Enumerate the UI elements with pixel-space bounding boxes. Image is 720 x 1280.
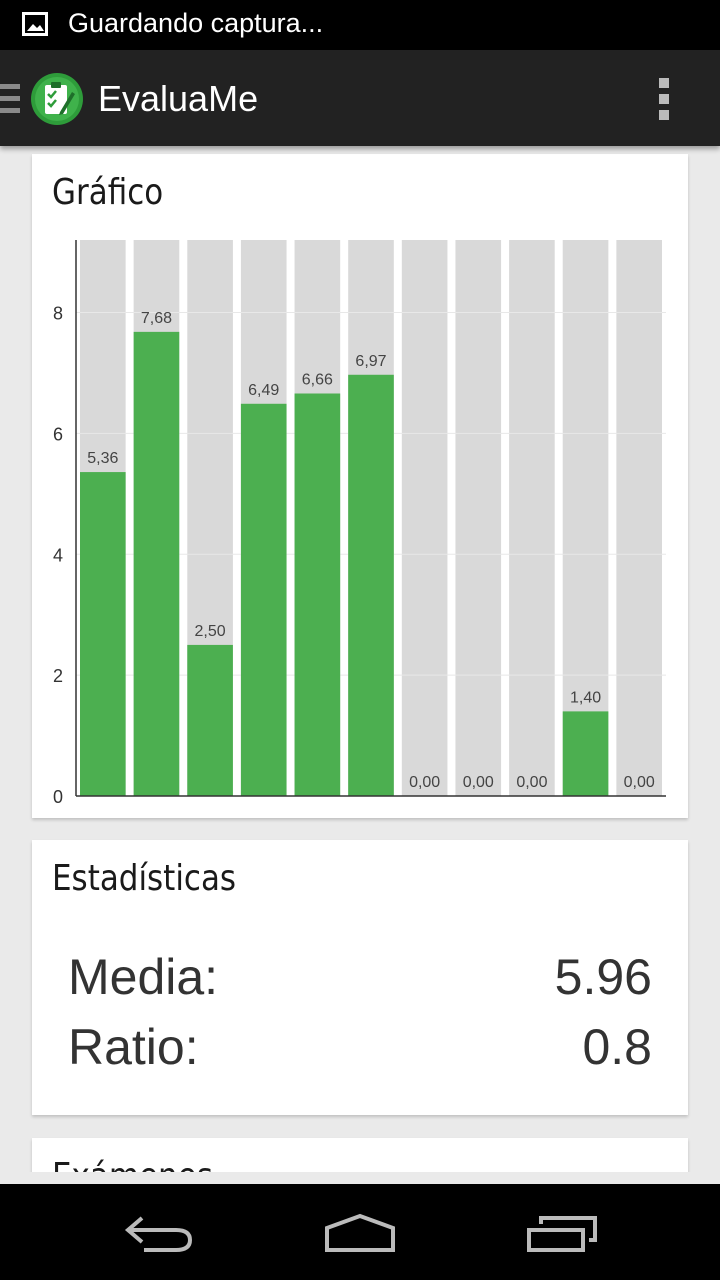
bar-background	[616, 240, 662, 796]
bar	[240, 403, 287, 796]
back-icon[interactable]	[114, 1204, 204, 1260]
bar	[133, 331, 180, 796]
status-notification-text: Guardando captura...	[68, 8, 324, 38]
bar	[187, 644, 233, 796]
bar	[348, 374, 394, 796]
y-tick-label: 4	[53, 545, 63, 565]
bar	[562, 711, 609, 796]
y-tick-label: 2	[53, 666, 63, 686]
navigation-bar	[0, 1184, 720, 1280]
bar-value-label: 5,36	[87, 450, 118, 467]
bar	[294, 393, 341, 796]
status-bar: Guardando captura...	[0, 0, 720, 50]
bar-background	[401, 240, 448, 796]
exams-card[interactable]: Exámenes	[32, 1138, 688, 1172]
stat-label-media: Media:	[68, 949, 219, 1005]
hamburger-icon[interactable]	[0, 84, 20, 114]
bar-value-label: 6,49	[248, 382, 279, 399]
main-content[interactable]: Gráfico 0 2 4 6 8 5,36 7,68 2,50 6,49 6,66 6,97 0,0…	[0, 146, 720, 1172]
exams-card-title: Exámenes	[52, 1156, 213, 1172]
bar-value-label: 0,00	[516, 774, 547, 791]
bar-chart: 0 2 4 6 8 5,36 7,68 2,50 6,49 6,66 6,97 0,00 0,00 0,0…	[53, 240, 666, 807]
image-icon	[22, 12, 48, 36]
bar-value-label: 6,66	[302, 372, 333, 389]
recent-apps-icon[interactable]	[517, 1204, 607, 1260]
overflow-menu-icon[interactable]	[650, 72, 678, 124]
stat-value-ratio: 0.8	[582, 1019, 652, 1075]
bar-value-label: 7,68	[141, 310, 172, 327]
stat-label-ratio: Ratio:	[68, 1019, 199, 1075]
clipboard-check-icon[interactable]	[30, 72, 84, 126]
action-bar: EvaluaMe	[0, 50, 720, 146]
bar-value-label: 6,97	[355, 353, 386, 370]
statistics-card: Estadísticas Media: 5.96 Ratio: 0.8	[32, 840, 688, 1115]
bar-value-label: 1,40	[570, 689, 601, 706]
y-tick-label: 8	[53, 304, 63, 324]
app-title: EvaluaMe	[98, 78, 259, 119]
chart-card: Gráfico 0 2 4 6 8 5,36 7,68 2,50 6,49 6,66 6,97 0,0…	[32, 154, 688, 818]
stat-value-media: 5.96	[554, 949, 652, 1005]
bar-value-label: 0,00	[624, 774, 655, 791]
y-tick-label: 0	[53, 787, 63, 807]
home-icon[interactable]	[315, 1204, 405, 1260]
statistics-card-title: Estadísticas	[52, 858, 237, 899]
bar	[80, 472, 126, 796]
bar-background	[455, 240, 502, 796]
bar-value-label: 0,00	[463, 774, 494, 791]
y-tick-label: 6	[53, 424, 63, 444]
bar-value-label: 0,00	[409, 774, 440, 791]
bar-value-label: 2,50	[195, 623, 226, 640]
bar-background	[509, 240, 555, 796]
